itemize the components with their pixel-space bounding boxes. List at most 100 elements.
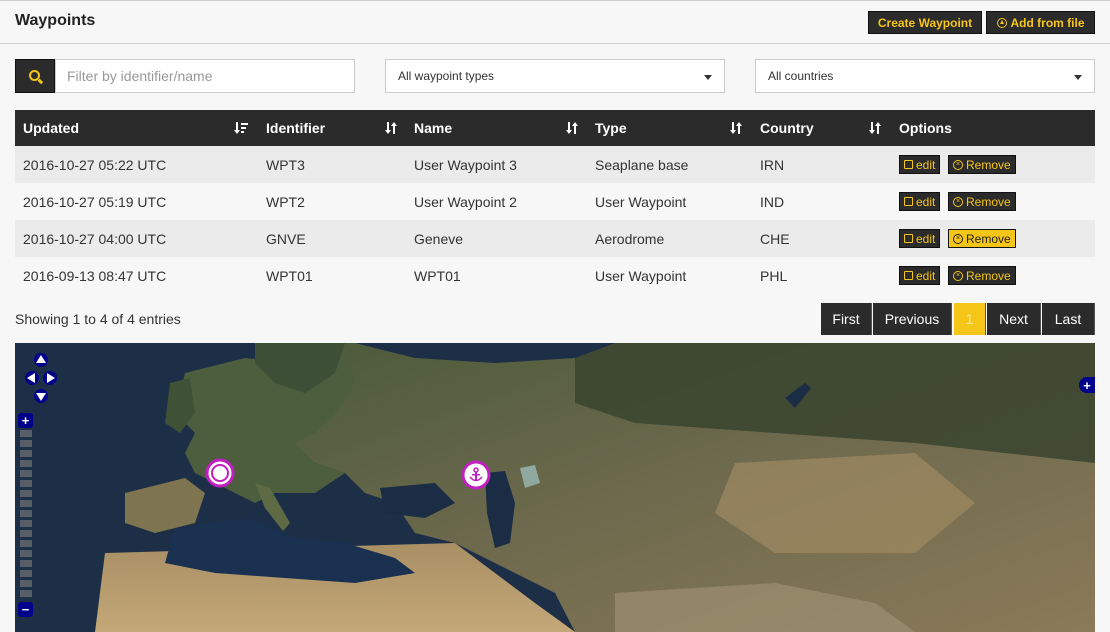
remove-label: Remove [966,194,1011,209]
edit-button[interactable]: edit [899,229,941,248]
seaplane-marker-icon[interactable] [461,460,493,492]
cell-name: WPT01 [414,267,461,284]
zoom-level[interactable] [20,430,32,437]
zoom-level[interactable] [20,580,32,587]
map-view[interactable] [15,343,1095,632]
zoom-level[interactable] [20,590,32,597]
column-header-identifier[interactable]: Identifier [266,110,325,146]
cell-type: User Waypoint [595,267,687,284]
cell-updated: 2016-10-27 05:19 UTC [23,193,167,210]
remove-icon: × [953,159,963,170]
zoom-level[interactable] [20,540,32,547]
sort-icon[interactable] [384,121,398,135]
cell-type: User Waypoint [595,193,687,210]
cell-name: User Waypoint 3 [414,156,517,173]
zoom-level[interactable] [20,530,32,537]
column-header-type[interactable]: Type [595,110,627,146]
country-value: All countries [768,69,834,83]
sort-icon[interactable] [868,121,882,135]
zoom-level[interactable] [20,500,32,507]
edit-icon [904,234,913,243]
remove-icon: × [953,196,963,207]
edit-icon [904,160,913,169]
zoom-level[interactable] [20,440,32,447]
satellite-map [15,343,1095,632]
cell-country: PHL [760,267,788,284]
search-icon [28,69,40,81]
cell-identifier: WPT2 [266,193,305,210]
create-waypoint-button[interactable]: Create Waypoint [868,11,982,34]
add-from-file-button[interactable]: Add from file [986,11,1095,34]
remove-icon: × [953,270,963,281]
page-title: Waypoints [15,12,96,29]
waypoint-type-select[interactable]: All waypoint types [385,59,725,93]
remove-label: Remove [966,231,1011,246]
column-header-name[interactable]: Name [414,110,452,146]
zoom-level[interactable] [20,560,32,567]
column-header-updated[interactable]: Updated [23,110,79,146]
zoom-out-button[interactable]: − [18,602,33,617]
zoom-level[interactable] [20,510,32,517]
zoom-in-button[interactable]: + [18,413,33,428]
remove-label: Remove [966,268,1011,283]
pager-next[interactable]: Next [987,303,1041,335]
column-header-country[interactable]: Country [760,110,814,146]
country-select[interactable]: All countries [755,59,1095,93]
cell-country: IRN [760,156,785,173]
pager-current[interactable]: 1 [954,303,986,335]
cell-type: Aerodrome [595,230,665,247]
table-header: Updated Identifier Name Type Country Opt… [15,110,1095,146]
table-row: 2016-10-27 04:00 UTC GNVE Geneve Aerodro… [15,220,1095,257]
table-row: 2016-10-27 05:19 UTC WPT2 User Waypoint … [15,183,1095,220]
cell-name: Geneve [414,230,464,247]
pager-previous[interactable]: Previous [873,303,952,335]
table-row: 2016-09-13 08:47 UTC WPT01 WPT01 User Wa… [15,257,1095,294]
remove-button[interactable]: × Remove [948,229,1016,248]
remove-label: Remove [966,157,1011,172]
edit-label: edit [916,157,936,172]
zoom-level[interactable] [20,470,32,477]
sort-desc-icon[interactable] [234,121,248,135]
zoom-level[interactable] [20,480,32,487]
aerodrome-marker-icon[interactable] [205,458,237,490]
upload-icon [996,17,1007,28]
zoom-level[interactable] [20,490,32,497]
cell-name: User Waypoint 2 [414,193,517,210]
map-zoom-control[interactable]: + − [18,413,33,617]
sort-icon[interactable] [729,121,743,135]
sort-icon[interactable] [565,121,579,135]
map-pan-control[interactable] [24,352,58,404]
table-row: 2016-10-27 05:22 UTC WPT3 User Waypoint … [15,146,1095,183]
edit-button[interactable]: edit [899,266,941,285]
edit-button[interactable]: edit [899,155,941,174]
cell-type: Seaplane base [595,156,689,173]
cell-country: IND [760,193,785,210]
pager-last[interactable]: Last [1042,303,1095,335]
remove-icon: × [953,233,963,244]
cell-updated: 2016-10-27 04:00 UTC [23,230,167,247]
zoom-level[interactable] [20,450,32,457]
entries-info: Showing 1 to 4 of 4 entries [15,311,181,327]
waypoint-type-value: All waypoint types [398,69,495,83]
layer-switcher-button[interactable]: + [1079,377,1095,393]
search-button[interactable] [15,59,55,93]
search-input[interactable] [55,59,355,93]
edit-label: edit [916,194,936,209]
edit-icon [904,271,913,280]
remove-button[interactable]: × Remove [948,266,1016,285]
edit-icon [904,197,913,206]
zoom-level[interactable] [20,520,32,527]
edit-label: edit [916,268,936,283]
edit-button[interactable]: edit [899,192,941,211]
cell-identifier: GNVE [266,230,306,247]
remove-button[interactable]: × Remove [948,155,1016,174]
chevron-down-icon [1074,75,1082,80]
zoom-level[interactable] [20,570,32,577]
remove-button[interactable]: × Remove [948,192,1016,211]
pager-first[interactable]: First [821,303,872,335]
waypoints-table: Updated Identifier Name Type Country Opt… [15,110,1095,294]
zoom-level[interactable] [20,460,32,467]
cell-identifier: WPT3 [266,156,305,173]
column-header-options: Options [899,120,952,136]
zoom-level[interactable] [20,550,32,557]
